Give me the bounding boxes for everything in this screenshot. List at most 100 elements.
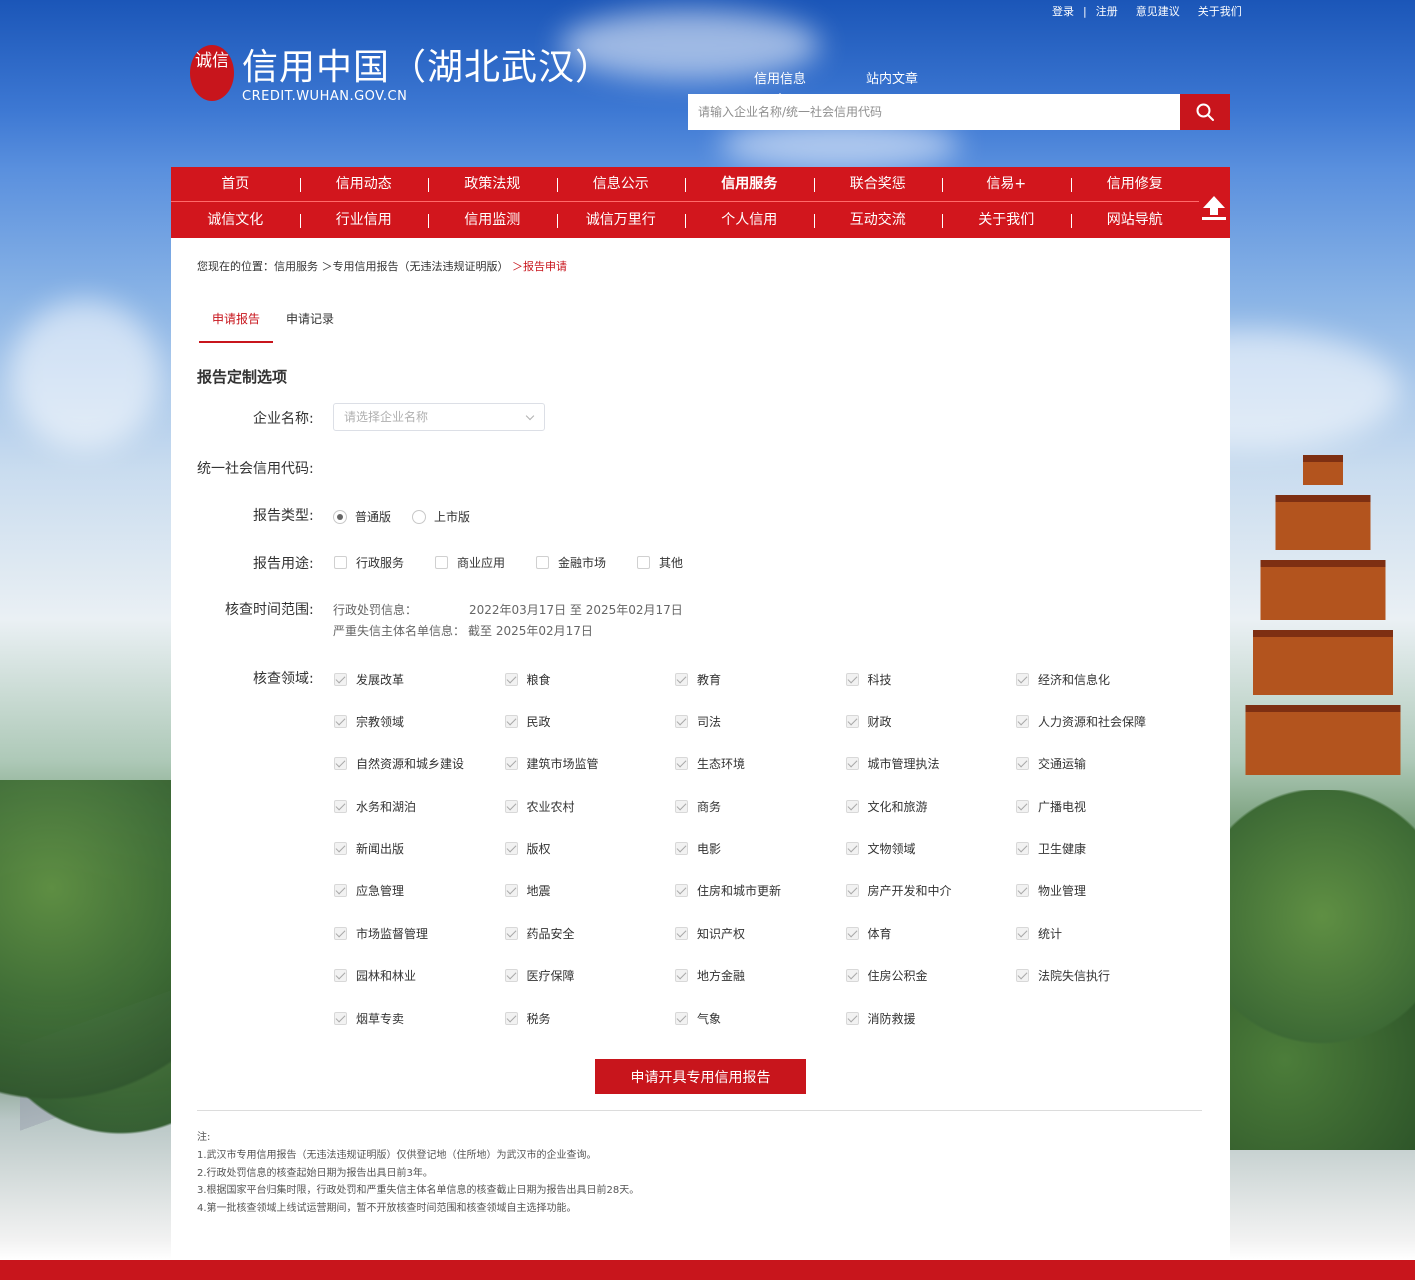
domain-checkbox[interactable]: 住房公积金 <box>845 967 1017 985</box>
domain-checkbox[interactable]: 烟草专卖 <box>334 1009 505 1027</box>
domain-checkbox-label: 住房公积金 <box>867 969 928 984</box>
search-tab-credit-info[interactable]: 信用信息 <box>754 68 806 99</box>
nav-item-monitoring[interactable]: 信用监测 <box>428 203 557 238</box>
company-select[interactable]: 请选择企业名称 <box>333 403 545 431</box>
domain-checkbox[interactable]: 生态环境 <box>675 755 846 773</box>
domain-checkbox-label: 知识产权 <box>697 926 746 941</box>
nav-item-policy[interactable]: 政策法规 <box>428 167 557 201</box>
checkbox-icon <box>334 556 347 569</box>
search-input[interactable] <box>688 94 1180 130</box>
domain-checkbox[interactable]: 卫生健康 <box>1016 840 1187 858</box>
usage-finance[interactable]: 金融市场 <box>536 554 606 571</box>
domain-checkbox[interactable]: 物业管理 <box>1016 882 1187 900</box>
domain-checkbox[interactable]: 城市管理执法 <box>845 755 1017 773</box>
domain-checkbox[interactable]: 商务 <box>675 797 846 815</box>
domain-checkbox[interactable]: 发展改革 <box>334 670 505 688</box>
about-link[interactable]: 关于我们 <box>1189 3 1251 19</box>
login-link[interactable]: 登录 <box>1043 3 1083 19</box>
search-button[interactable] <box>1180 94 1230 130</box>
search-tab-articles[interactable]: 站内文章 <box>866 68 918 87</box>
usage-other[interactable]: 其他 <box>637 554 683 571</box>
domain-checkbox[interactable]: 电影 <box>675 840 846 858</box>
domain-checkbox[interactable]: 房产开发和中介 <box>845 882 1017 900</box>
domain-checkbox[interactable]: 粮食 <box>504 670 676 688</box>
domain-checkbox[interactable]: 教育 <box>675 670 846 688</box>
nav-item-xinyi[interactable]: 信易+ <box>942 167 1071 201</box>
nav-item-credit-service[interactable]: 信用服务 <box>685 167 814 201</box>
domain-checkbox[interactable]: 自然资源和城乡建设 <box>334 755 505 773</box>
nav-item-sitemap[interactable]: 网站导航 <box>1070 203 1200 238</box>
breadcrumb-path[interactable]: 信用服务 ＞专用信用报告（无违法违规证明版） <box>274 260 509 273</box>
domain-checkbox[interactable]: 体育 <box>845 924 1017 942</box>
nav-item-industry-credit[interactable]: 行业信用 <box>299 203 429 238</box>
domain-checkbox[interactable]: 气象 <box>675 1009 846 1027</box>
nav-item-about[interactable]: 关于我们 <box>942 203 1071 238</box>
nav-item-personal-credit[interactable]: 个人信用 <box>685 203 814 238</box>
tab-apply-report[interactable]: 申请报告 <box>199 304 274 343</box>
domain-checkbox[interactable]: 统计 <box>1016 924 1187 942</box>
time-range-label: 核查时间范围: <box>225 602 314 618</box>
nav-item-integrity-tour[interactable]: 诚信万里行 <box>556 203 686 238</box>
checkbox-checked-icon <box>504 842 518 856</box>
checkbox-checked-icon <box>1016 926 1029 940</box>
back-to-top-icon[interactable] <box>1201 194 1227 222</box>
register-link[interactable]: 注册 <box>1087 3 1127 19</box>
nav-item-reward-punish[interactable]: 联合奖惩 <box>813 167 943 201</box>
domain-checkbox[interactable]: 应急管理 <box>334 882 505 900</box>
domain-checkbox-label: 交通运输 <box>1038 757 1087 772</box>
domain-checkbox[interactable]: 法院失信执行 <box>1016 967 1187 985</box>
domain-checkbox[interactable]: 版权 <box>504 840 676 858</box>
domain-checkbox[interactable]: 农业农村 <box>504 797 676 815</box>
report-type-label: 报告类型: <box>253 508 314 524</box>
domain-checkbox[interactable]: 医疗保障 <box>504 967 676 985</box>
domain-checkbox[interactable]: 文化和旅游 <box>845 797 1017 815</box>
usage-commercial[interactable]: 商业应用 <box>435 554 505 571</box>
domain-checkbox[interactable]: 广播电视 <box>1016 797 1187 815</box>
domain-checkbox[interactable]: 财政 <box>845 712 1017 730</box>
tab-apply-records[interactable]: 申请记录 <box>273 304 347 343</box>
domain-checkbox[interactable]: 消防救援 <box>845 1009 1017 1027</box>
domain-checkbox[interactable]: 园林和林业 <box>334 967 505 985</box>
logo-seal-icon: 诚信 <box>190 45 234 101</box>
checkbox-checked-icon <box>845 757 859 771</box>
domain-checkbox[interactable]: 交通运输 <box>1016 755 1187 773</box>
domain-checkbox[interactable]: 民政 <box>504 712 676 730</box>
feedback-link[interactable]: 意见建议 <box>1127 3 1189 19</box>
domain-checkbox[interactable]: 水务和湖泊 <box>334 797 505 815</box>
domain-checkbox[interactable]: 税务 <box>504 1009 676 1027</box>
domain-checkbox[interactable]: 宗教领域 <box>334 712 505 730</box>
domain-checkbox[interactable]: 建筑市场监管 <box>504 755 676 773</box>
main-content: 您现在的位置：信用服务 ＞专用信用报告（无违法违规证明版） ＞报告申请 申请报告… <box>171 238 1230 1260</box>
checkbox-checked-icon <box>1016 672 1029 686</box>
nav-item-disclosure[interactable]: 信息公示 <box>556 167 686 201</box>
nav-item-credit-news[interactable]: 信用动态 <box>299 167 429 201</box>
nav-item-credit-repair[interactable]: 信用修复 <box>1070 167 1200 201</box>
domain-checkbox[interactable]: 地震 <box>504 882 676 900</box>
site-domain: CREDIT.WUHAN.GOV.CN <box>242 89 408 104</box>
admin-penalty-range: 2022年03月17日 至 2025年02月17日 <box>469 603 683 617</box>
search-box <box>688 94 1230 130</box>
report-type-normal[interactable]: 普通版 <box>333 508 391 525</box>
domain-checkbox[interactable]: 司法 <box>675 712 846 730</box>
domain-checkbox[interactable]: 经济和信息化 <box>1016 670 1187 688</box>
domain-checkbox[interactable]: 市场监督管理 <box>334 924 505 942</box>
checkbox-checked-icon <box>845 884 859 898</box>
report-type-listed[interactable]: 上市版 <box>412 508 470 525</box>
domain-checkbox[interactable]: 住房和城市更新 <box>675 882 846 900</box>
domain-checkbox-label: 烟草专卖 <box>356 1011 405 1026</box>
domain-checkbox[interactable]: 人力资源和社会保障 <box>1016 712 1187 730</box>
domain-checkbox[interactable]: 科技 <box>845 670 1017 688</box>
nav-item-home[interactable]: 首页 <box>171 167 300 201</box>
usage-admin[interactable]: 行政服务 <box>334 554 404 571</box>
domain-checkbox[interactable]: 地方金融 <box>675 967 846 985</box>
apply-report-button[interactable]: 申请开具专用信用报告 <box>595 1059 806 1094</box>
domain-checkbox[interactable]: 新闻出版 <box>334 840 505 858</box>
domain-checkbox[interactable]: 知识产权 <box>675 924 846 942</box>
nav-item-interaction[interactable]: 互动交流 <box>813 203 943 238</box>
footer-bar <box>0 1260 1415 1280</box>
domain-checkbox[interactable]: 文物领域 <box>845 840 1017 858</box>
nav-item-culture[interactable]: 诚信文化 <box>171 203 300 238</box>
domain-checkbox-label: 教育 <box>697 672 722 687</box>
checkbox-checked-icon <box>845 714 859 728</box>
domain-checkbox[interactable]: 药品安全 <box>504 924 676 942</box>
